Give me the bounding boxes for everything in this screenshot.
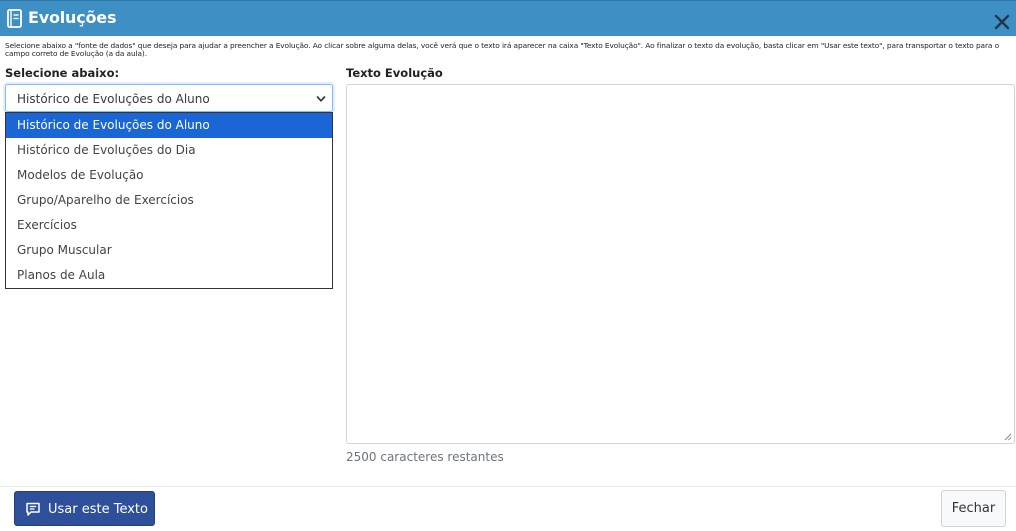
use-text-button[interactable]: Usar este Texto xyxy=(14,491,155,526)
instructions-text: Selecione abaixo a "fonte de dados" que … xyxy=(5,41,1000,59)
option-modelos-evolucao[interactable]: Modelos de Evolução xyxy=(6,163,332,188)
evolution-textarea[interactable] xyxy=(346,84,1015,444)
source-options-list: Histórico de Evoluções do Aluno Históric… xyxy=(5,112,333,289)
use-text-button-label: Usar este Texto xyxy=(48,502,148,517)
option-exercicios[interactable]: Exercícios xyxy=(6,213,332,238)
option-grupo-muscular[interactable]: Grupo Muscular xyxy=(6,238,332,263)
book-icon xyxy=(7,9,22,28)
text-label: Texto Evolução xyxy=(346,66,443,80)
source-label: Selecione abaixo: xyxy=(5,66,120,80)
modal-header: Evoluções xyxy=(0,0,1016,36)
close-icon[interactable] xyxy=(993,13,1011,31)
option-historico-aluno[interactable]: Histórico de Evoluções do Aluno xyxy=(6,113,332,138)
comment-icon xyxy=(26,502,40,516)
resize-handle-icon[interactable] xyxy=(1004,433,1012,441)
chevron-down-icon xyxy=(316,96,326,102)
source-select-value: Histórico de Evoluções do Aluno xyxy=(17,92,210,106)
evolucoes-modal: Evoluções Selecione abaixo a "fonte de d… xyxy=(0,0,1016,531)
close-button[interactable]: Fechar xyxy=(941,490,1006,527)
source-select[interactable]: Histórico de Evoluções do Aluno xyxy=(5,84,333,112)
option-grupo-aparelho[interactable]: Grupo/Aparelho de Exercícios xyxy=(6,188,332,213)
footer-divider xyxy=(0,486,1016,487)
option-planos-aula[interactable]: Planos de Aula xyxy=(6,263,332,288)
option-historico-dia[interactable]: Histórico de Evoluções do Dia xyxy=(6,138,332,163)
modal-title: Evoluções xyxy=(28,8,117,27)
characters-remaining: 2500 caracteres restantes xyxy=(346,450,504,464)
